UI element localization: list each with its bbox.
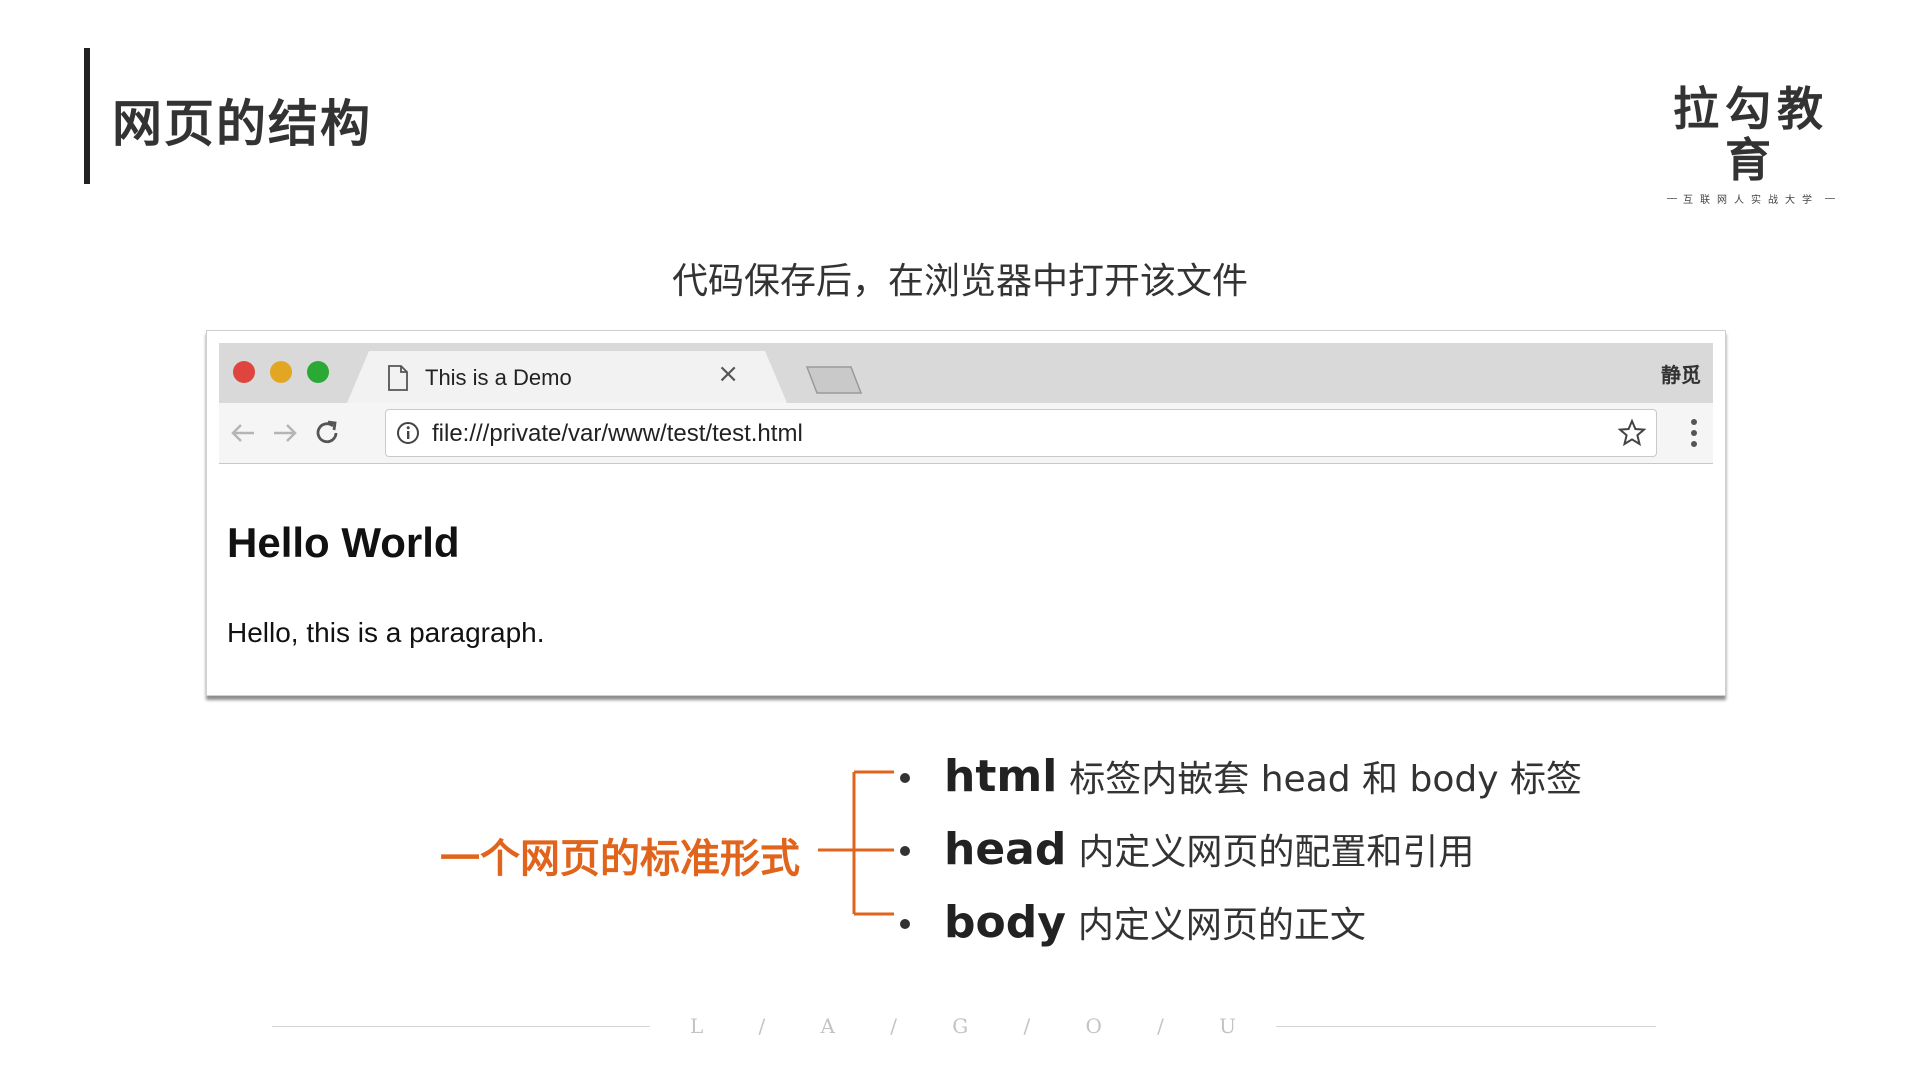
list-item: head 内定义网页的配置和引用 [900, 823, 1474, 875]
footer-divider-right [1276, 1026, 1656, 1027]
address-url[interactable]: file:///private/var/www/test/test.html [432, 420, 803, 448]
tab-title: This is a Demo [425, 365, 572, 390]
logo-dash-left [1667, 198, 1677, 200]
tag-name: body [944, 897, 1066, 948]
new-tab-button[interactable] [805, 365, 865, 395]
forward-arrow-icon [274, 424, 297, 442]
footer-letter: O [1085, 1014, 1102, 1038]
slide-caption: 代码保存后，在浏览器中打开该文件 [671, 261, 1248, 302]
tag-description: 内定义网页的正文 [1077, 905, 1366, 946]
window-close-button[interactable] [233, 361, 255, 383]
bullet-dot [900, 773, 910, 783]
browser-tab-strip: This is a Demo × 静觅 [219, 343, 1713, 403]
footer-letter: / [758, 1014, 766, 1038]
tag-description: 标签内嵌套 head 和 body 标签 [1069, 759, 1582, 800]
bullet-dot [900, 919, 910, 929]
browser-tab-active[interactable]: This is a Demo × [347, 351, 787, 403]
footer-letter: / [1023, 1014, 1031, 1038]
forward-button[interactable] [269, 417, 301, 449]
logo-dash-right [1825, 198, 1835, 200]
page-paragraph: Hello, this is a paragraph. [227, 617, 545, 648]
tag-description: 内定义网页的配置和引用 [1078, 832, 1475, 873]
footer-letter: A [820, 1014, 835, 1038]
info-icon[interactable] [396, 421, 420, 445]
reload-button[interactable] [311, 417, 343, 449]
browser-toolbar: file:///private/var/www/test/test.html [219, 403, 1713, 464]
logo-tagline: 互联网人实战大学 [1656, 191, 1846, 206]
page-heading: Hello World [227, 519, 460, 566]
window-zoom-button[interactable] [307, 361, 329, 383]
more-vertical-icon[interactable] [1689, 417, 1699, 449]
browser-window: This is a Demo × 静觅 file:///private/var/… [206, 330, 1726, 696]
footer-divider-left [272, 1026, 650, 1027]
back-button[interactable] [227, 417, 259, 449]
footer-letter: / [1157, 1014, 1164, 1038]
tag-name: html [944, 751, 1058, 802]
brand-logo: 拉勾教育 互联网人实战大学 [1656, 84, 1846, 206]
standard-form-label: 一个网页的标准形式 [440, 836, 800, 882]
title-accent-bar [84, 48, 90, 184]
address-bar[interactable]: file:///private/var/www/test/test.html [385, 409, 1657, 457]
logo-main-text: 拉勾教育 [1673, 82, 1829, 187]
list-item: body 内定义网页的正文 [900, 896, 1366, 948]
logo-sub-text: 互联网人实战大学 [1683, 195, 1819, 207]
tab-close-icon[interactable]: × [717, 361, 739, 387]
reload-icon [316, 420, 338, 444]
slide: 网页的结构 拉勾教育 互联网人实战大学 代码保存后，在浏览器中打开该文件 Thi… [0, 0, 1920, 1080]
footer-letter: U [1219, 1014, 1236, 1038]
star-icon[interactable] [1618, 419, 1646, 447]
list-item: html 标签内嵌套 head 和 body 标签 [900, 750, 1582, 802]
back-arrow-icon [231, 424, 254, 442]
profile-name[interactable]: 静觅 [1661, 359, 1701, 388]
bullet-dot [900, 846, 910, 856]
tag-name: head [944, 824, 1067, 875]
footer-letter: / [890, 1014, 897, 1038]
window-minimize-button[interactable] [270, 361, 292, 383]
bracket-connector [818, 770, 894, 916]
footer-letter: L [690, 1014, 704, 1038]
document-icon [388, 365, 408, 391]
footer-letter: G [952, 1014, 969, 1038]
slide-title: 网页的结构 [112, 95, 372, 153]
footer-wordmark: L / A / G / O / U [690, 1014, 1236, 1038]
